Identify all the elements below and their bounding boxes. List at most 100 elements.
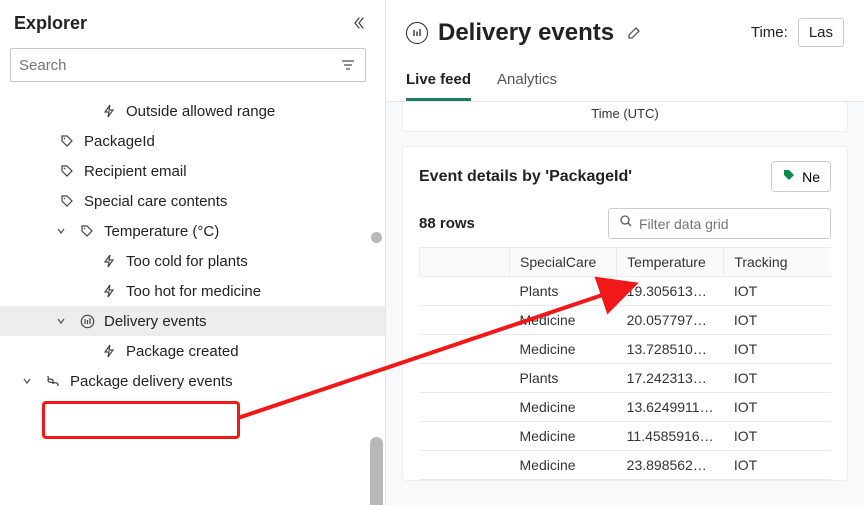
tag-icon (78, 222, 96, 240)
tree-label: Special care contents (84, 193, 227, 210)
main-pane: Delivery events Time: Las Live feed Anal… (386, 0, 864, 505)
bolt-icon (100, 282, 118, 300)
cell-temperature: 13.7285103789198 (617, 335, 724, 364)
event-details-panel: Event details by 'PackageId' Ne 88 rows (402, 146, 848, 481)
tab-live-feed[interactable]: Live feed (406, 71, 471, 101)
chevron-down-icon[interactable] (20, 376, 34, 386)
filter-icon[interactable] (339, 56, 357, 74)
tree-node-packageid[interactable]: PackageId (0, 126, 385, 156)
cell-temperature: 19.3056133933391 (617, 277, 724, 306)
tree-node-package-delivery-events[interactable]: Package delivery events (0, 366, 385, 396)
bolt-icon (100, 342, 118, 360)
table-row[interactable]: Medicine20.0577978111141IOT (420, 306, 832, 335)
edit-button[interactable] (624, 23, 644, 43)
data-grid: SpecialCare Temperature Tracking Plants1… (419, 247, 831, 480)
tree-label: Recipient email (84, 163, 187, 180)
page-title: Delivery events (438, 19, 614, 47)
cell-specialcare: Medicine (510, 451, 617, 480)
tree-node-outside-range[interactable]: Outside allowed range (0, 96, 385, 126)
cell-blank (420, 393, 510, 422)
search-input[interactable] (19, 57, 339, 74)
collapse-sidebar-button[interactable] (345, 10, 371, 36)
time-utc-header: Time (UTC) (402, 102, 848, 132)
cell-specialcare: Medicine (510, 306, 617, 335)
explorer-tree: Outside allowed range PackageId Recipien… (0, 92, 385, 505)
tag-icon (58, 162, 76, 180)
cell-blank (420, 422, 510, 451)
tree-node-too-hot[interactable]: Too hot for medicine (0, 276, 385, 306)
new-button[interactable]: Ne (771, 161, 831, 192)
tree-node-temperature[interactable]: Temperature (°C) (0, 216, 385, 246)
tree-label: Delivery events (104, 313, 207, 330)
tab-analytics[interactable]: Analytics (497, 71, 557, 101)
tree-label: Too hot for medicine (126, 283, 261, 300)
table-row[interactable]: Medicine23.8985625502181IOT (420, 451, 832, 480)
chevron-down-icon[interactable] (54, 316, 68, 326)
cell-tracking: IOT (724, 451, 831, 480)
cell-temperature: 20.0577978111141 (617, 306, 724, 335)
search-input-wrapper[interactable] (10, 48, 366, 82)
tree-node-delivery-events[interactable]: Delivery events (0, 306, 385, 336)
tree-label: Package delivery events (70, 373, 233, 390)
stream-icon (78, 312, 96, 330)
cell-temperature: 17.2423136006306 (617, 364, 724, 393)
cell-tracking: IOT (724, 393, 831, 422)
stream-icon (406, 22, 428, 44)
chevron-down-icon[interactable] (54, 226, 68, 236)
cell-blank (420, 277, 510, 306)
scrollbar-thumb[interactable] (370, 437, 383, 505)
cell-blank (420, 306, 510, 335)
cell-tracking: IOT (724, 335, 831, 364)
tag-icon (58, 132, 76, 150)
cell-specialcare: Medicine (510, 422, 617, 451)
cell-tracking: IOT (724, 277, 831, 306)
cell-temperature: 11.4585916577646 (617, 422, 724, 451)
col-blank[interactable] (420, 248, 510, 277)
tree-label: Package created (126, 343, 239, 360)
cell-specialcare: Plants (510, 364, 617, 393)
row-count: 88 rows (419, 215, 475, 232)
col-tracking[interactable]: Tracking (724, 248, 831, 277)
time-label: Time: (751, 24, 788, 41)
table-row[interactable]: Plants19.3056133933391IOT (420, 277, 832, 306)
table-header-row: SpecialCare Temperature Tracking (420, 248, 832, 277)
panel-title: Event details by 'PackageId' (419, 168, 632, 186)
tree-label: Temperature (°C) (104, 223, 219, 240)
tree-node-recipient-email[interactable]: Recipient email (0, 156, 385, 186)
cell-blank (420, 364, 510, 393)
cell-specialcare: Medicine (510, 393, 617, 422)
tree-node-package-created[interactable]: Package created (0, 336, 385, 366)
filter-input-wrapper[interactable] (608, 208, 831, 239)
sidebar-title: Explorer (14, 13, 87, 34)
bolt-icon (100, 102, 118, 120)
tag-icon (58, 192, 76, 210)
cell-tracking: IOT (724, 364, 831, 393)
flow-icon (44, 372, 62, 390)
table-row[interactable]: Medicine13.7285103789198IOT (420, 335, 832, 364)
filter-input[interactable] (639, 216, 820, 232)
cell-temperature: 13.624991197011 (617, 393, 724, 422)
col-temperature[interactable]: Temperature (617, 248, 724, 277)
cell-tracking: IOT (724, 422, 831, 451)
tag-icon (782, 168, 796, 185)
table-row[interactable]: Medicine11.4585916577646IOT (420, 422, 832, 451)
cell-blank (420, 451, 510, 480)
search-icon (619, 214, 633, 233)
cell-specialcare: Plants (510, 277, 617, 306)
explorer-sidebar: Explorer Outside allowed range PackageId (0, 0, 386, 505)
tabs: Live feed Analytics (386, 53, 864, 102)
tree-label: PackageId (84, 133, 155, 150)
tree-node-special-care[interactable]: Special care contents (0, 186, 385, 216)
table-row[interactable]: Medicine13.624991197011IOT (420, 393, 832, 422)
col-specialcare[interactable]: SpecialCare (510, 248, 617, 277)
scroll-indicator-icon (371, 232, 382, 243)
tree-label: Outside allowed range (126, 103, 275, 120)
table-row[interactable]: Plants17.2423136006306IOT (420, 364, 832, 393)
cell-tracking: IOT (724, 306, 831, 335)
time-range-button[interactable]: Las (798, 18, 844, 47)
tree-node-too-cold[interactable]: Too cold for plants (0, 246, 385, 276)
bolt-icon (100, 252, 118, 270)
tree-label: Too cold for plants (126, 253, 248, 270)
cell-blank (420, 335, 510, 364)
cell-temperature: 23.8985625502181 (617, 451, 724, 480)
